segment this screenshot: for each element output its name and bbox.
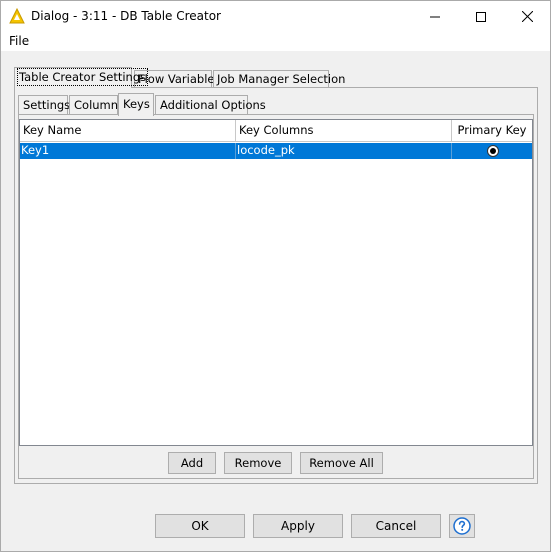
table-row[interactable]: Key1 locode_pk [20,143,532,159]
radio-selected-dot [489,148,496,154]
add-button[interactable]: Add [168,452,216,474]
tab-settings[interactable]: Settings [18,95,71,115]
title-bar: Dialog - 3:11 - DB Table Creator [1,1,550,32]
close-button[interactable] [504,1,550,32]
primary-key-radio[interactable] [486,145,499,157]
cell-key-columns[interactable]: locode_pk [236,143,452,159]
tab-job-manager-selection[interactable]: Job Manager Selection [213,70,345,88]
cancel-button[interactable]: Cancel [351,514,441,538]
keys-table[interactable]: Key Name Key Columns Primary Key Key1 lo… [19,119,533,446]
close-icon [521,11,533,22]
warning-triangle-icon [9,7,25,24]
maximize-icon [476,11,486,22]
tab-label: Additional Options [160,98,266,112]
tab-label: Flow Variables [138,72,221,86]
remove-button[interactable]: Remove [224,452,292,474]
tab-label: Keys [123,97,150,111]
table-header: Key Name Key Columns Primary Key [20,120,532,142]
help-button[interactable] [449,514,475,538]
cell-primary-key[interactable] [452,143,532,159]
cell-key-name[interactable]: Key1 [20,143,236,159]
tab-label: Columns [74,98,125,112]
tab-additional-options[interactable]: Additional Options [155,95,266,115]
ok-button[interactable]: OK [155,514,245,538]
dialog-window: Dialog - 3:11 - DB Table Creator File Ta… [0,0,551,552]
tab-label: Job Manager Selection [217,72,346,86]
apply-button[interactable]: Apply [253,514,343,538]
tab-label: Table Creator Settings [16,68,149,86]
remove-all-button[interactable]: Remove All [300,452,383,474]
minimize-button[interactable] [412,1,458,32]
tab-keys[interactable]: Keys [118,93,154,116]
column-header-primary-key[interactable]: Primary Key [452,120,532,142]
minimize-icon [430,16,440,17]
menu-bar: File [1,32,550,51]
column-header-key-columns[interactable]: Key Columns [236,120,452,142]
tab-table-creator-settings[interactable]: Table Creator Settings [14,67,149,88]
tab-columns[interactable]: Columns [69,95,124,115]
help-icon [453,517,471,535]
menu-file[interactable]: File [9,34,29,49]
column-header-key-name[interactable]: Key Name [20,120,236,142]
tab-label: Settings [23,98,71,112]
window-title: Dialog - 3:11 - DB Table Creator [31,9,221,23]
maximize-button[interactable] [458,1,504,32]
